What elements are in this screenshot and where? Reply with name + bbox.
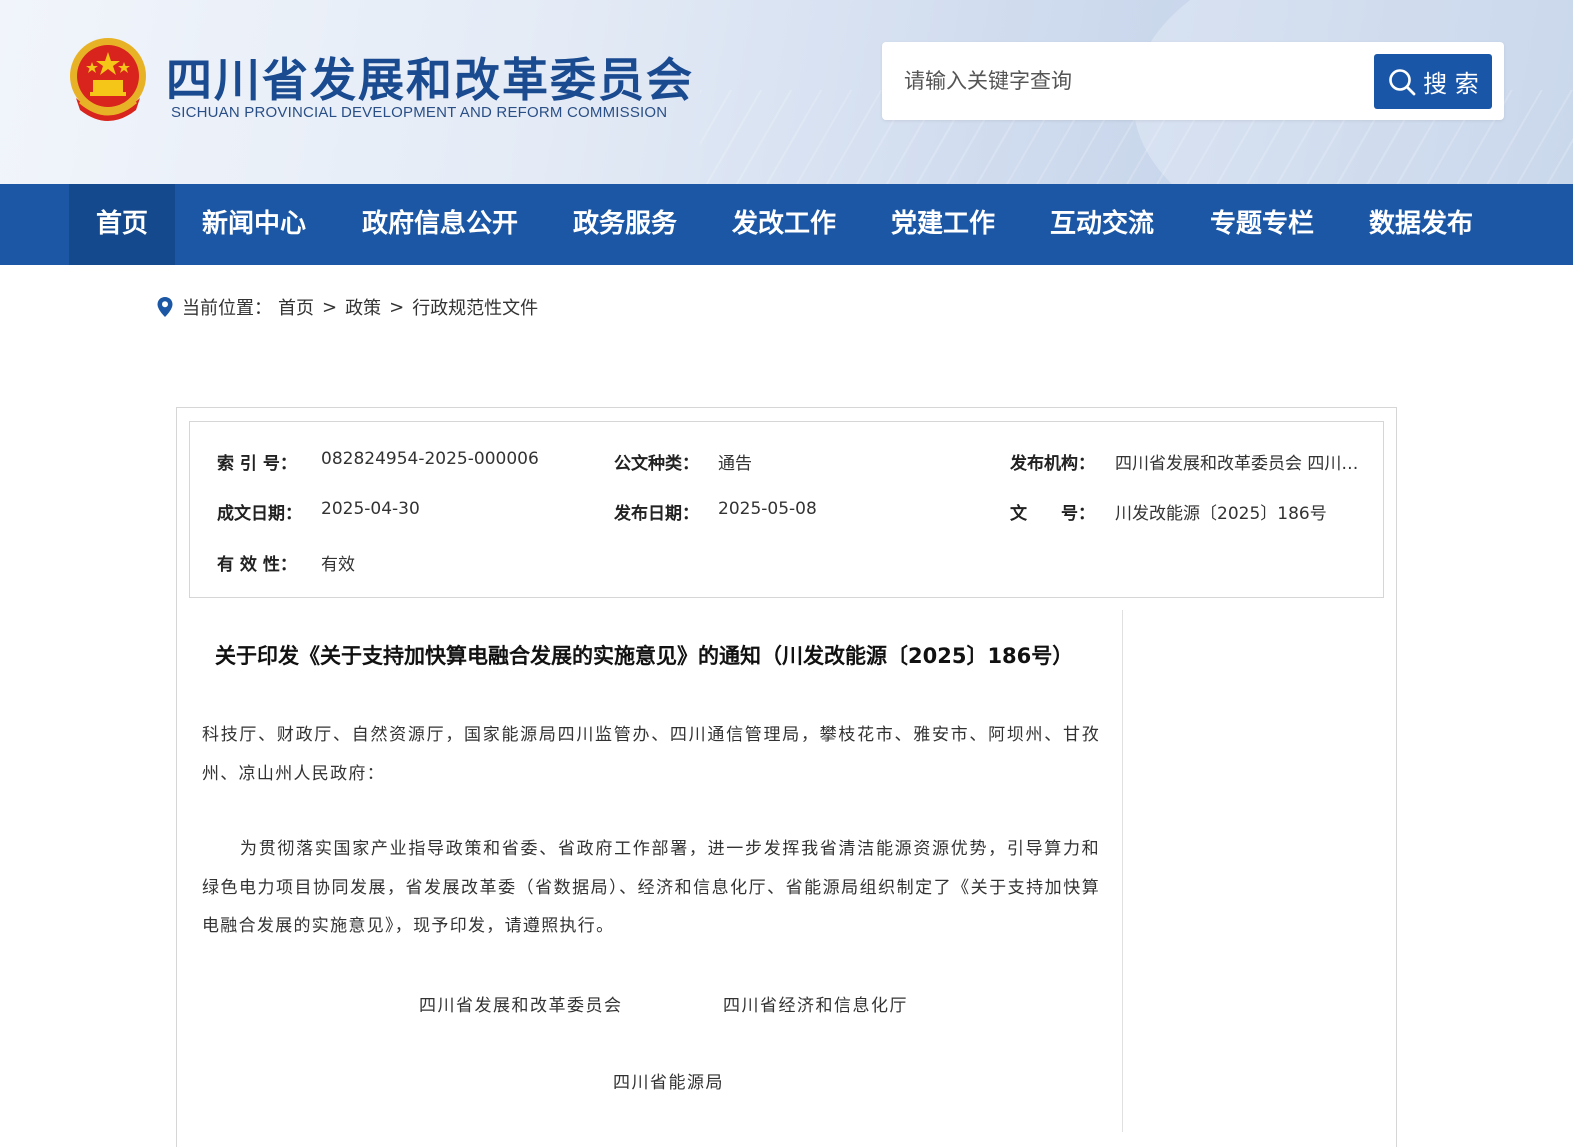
index-number-label: 索 引 号： [217,454,297,474]
main-nav: 首页 新闻中心 政府信息公开 政务服务 发改工作 党建工作 互动交流 专题专栏 … [0,184,1573,265]
document-metadata: 索 引 号： 082824954-2025-000006 公文种类： 通告 发布… [189,421,1384,598]
doc-type-label: 公文种类： [614,454,699,474]
nav-item-news[interactable]: 新闻中心 [188,184,320,265]
breadcrumb-policy[interactable]: 政策 [345,294,381,320]
nav-item-services[interactable]: 政务服务 [558,184,692,265]
publisher-label: 发布机构： [1010,454,1095,474]
published-date-value: 2025-05-08 [718,499,817,519]
recipients-paragraph: 科技厅、财政厅、自然资源厅，国家能源局四川监管办、四川通信管理局，攀枝花市、雅安… [202,725,1100,784]
site-subtitle: SICHUAN PROVINCIAL DEVELOPMENT AND REFOR… [171,104,668,121]
doc-type-value: 通告 [718,454,752,474]
signer-ndrc: 四川省发展和改革委员会 [419,996,623,1016]
signer-economy-it: 四川省经济和信息化厅 [723,996,908,1016]
doc-number-label: 文 号： [1010,504,1095,524]
search-button[interactable]: 搜 索 [1374,54,1492,109]
doc-number-value: 川发改能源〔2025〕186号 [1115,504,1327,524]
publisher-value: 四川省发展和改革委员会 四川省... [1115,454,1371,474]
nav-item-home[interactable]: 首页 [69,184,175,265]
created-date-value: 2025-04-30 [321,499,420,519]
breadcrumb-separator: > [322,296,338,318]
breadcrumb-home[interactable]: 首页 [278,294,314,320]
nav-item-data-release[interactable]: 数据发布 [1354,184,1488,265]
search-box: 搜 索 [882,42,1504,120]
site-header: 四川省发展和改革委员会 SICHUAN PROVINCIAL DEVELOPME… [0,0,1573,184]
nav-item-gov-info[interactable]: 政府信息公开 [346,184,534,265]
breadcrumb-prefix: 当前位置： [182,298,272,319]
published-date-label: 发布日期： [614,504,699,524]
search-icon [1389,68,1416,95]
national-emblem-icon [70,38,146,121]
search-button-label: 搜 索 [1423,70,1479,98]
created-date-label: 成文日期： [217,504,302,524]
site-title: 四川省发展和改革委员会 [166,53,694,107]
search-input[interactable] [904,60,1364,102]
nav-item-party-building[interactable]: 党建工作 [876,184,1010,265]
breadcrumb: 当前位置： 首页 > 政策 > 行政规范性文件 [156,294,538,320]
nav-item-special-topics[interactable]: 专题专栏 [1195,184,1329,265]
document-title: 关于印发《关于支持加快算电融合发展的实施意见》的通知（川发改能源〔2025〕18… [215,644,1074,668]
column-divider [1122,610,1123,1132]
validity-value: 有效 [321,555,355,575]
breadcrumb-separator: > [389,296,405,318]
signer-energy-bureau: 四川省能源局 [613,1073,724,1093]
breadcrumb-normative-docs[interactable]: 行政规范性文件 [412,294,538,320]
nav-item-interaction[interactable]: 互动交流 [1035,184,1169,265]
body-paragraph: 为贯彻落实国家产业指导政策和省委、省政府工作部署，进一步发挥我省清洁能源资源优势… [202,839,1100,936]
index-number-value: 082824954-2025-000006 [321,449,539,469]
location-pin-icon [157,297,173,317]
validity-label: 有 效 性： [217,555,297,575]
nav-item-reform-work[interactable]: 发改工作 [717,184,851,265]
